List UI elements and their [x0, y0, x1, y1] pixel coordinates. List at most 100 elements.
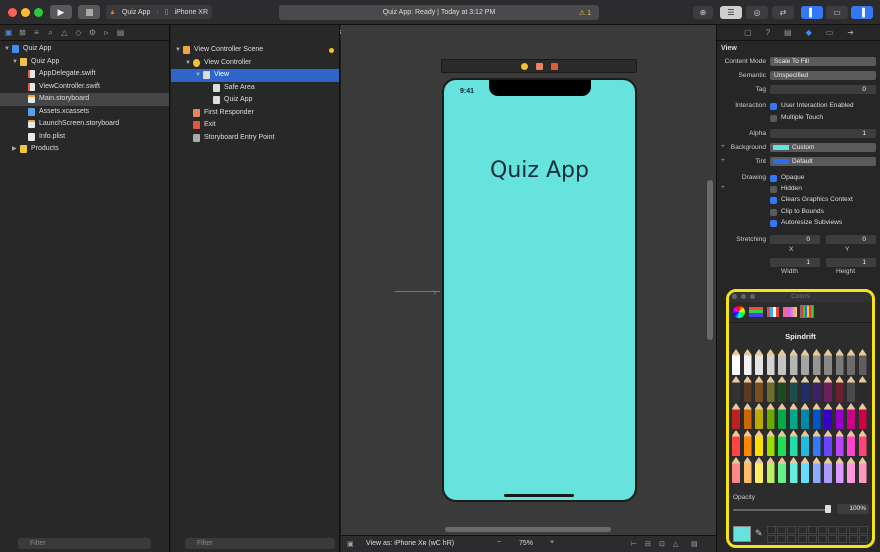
- view-controller-icon[interactable]: [520, 62, 528, 70]
- color-palettes-icon[interactable]: [767, 306, 779, 317]
- crayon-swatch[interactable]: [789, 457, 798, 483]
- crayon-swatch[interactable]: [835, 376, 844, 402]
- user-interaction-checkbox[interactable]: [770, 103, 777, 110]
- crayon-swatch[interactable]: [766, 457, 775, 483]
- standard-editor-button[interactable]: ☰: [720, 6, 742, 19]
- empty-swatch[interactable]: [777, 526, 787, 534]
- opacity-slider[interactable]: [733, 509, 831, 511]
- outline-filter[interactable]: Filter: [185, 538, 335, 549]
- empty-swatch[interactable]: [797, 535, 807, 543]
- disclosure-open-icon[interactable]: ▼: [12, 56, 20, 69]
- crayon-swatch[interactable]: [835, 403, 844, 429]
- toggle-navigator-button[interactable]: ▌: [801, 6, 823, 19]
- pin-icon[interactable]: ⊡: [659, 540, 665, 548]
- update-frames-icon[interactable]: ⊢: [631, 540, 637, 548]
- crayon-swatch[interactable]: [778, 376, 786, 402]
- help-icon[interactable]: ?: [766, 28, 770, 37]
- vertical-scrollbar[interactable]: [707, 180, 713, 340]
- crayon-swatch[interactable]: [755, 376, 763, 402]
- crayon-swatch[interactable]: [858, 457, 867, 483]
- image-palettes-icon[interactable]: [783, 306, 797, 317]
- library-button[interactable]: ⊕: [693, 6, 713, 19]
- issue-icon[interactable]: △: [60, 28, 69, 37]
- crayon-swatch[interactable]: [858, 403, 867, 429]
- empty-swatch[interactable]: [838, 526, 848, 534]
- navigator-item[interactable]: ▶ Products: [0, 143, 169, 156]
- crayon-swatch[interactable]: [847, 349, 855, 375]
- color-sliders-icon[interactable]: [749, 306, 763, 317]
- stretch-width-field[interactable]: 1: [770, 258, 820, 267]
- stretch-height-field[interactable]: 1: [826, 258, 876, 267]
- empty-swatch[interactable]: [848, 535, 858, 543]
- crayon-swatch[interactable]: [812, 376, 821, 402]
- crayon-swatch[interactable]: [858, 349, 867, 375]
- outline-item[interactable]: Safe Area: [171, 82, 339, 95]
- favorite-swatches[interactable]: [767, 526, 871, 544]
- clip-bounds-checkbox[interactable]: [770, 209, 777, 216]
- stop-button[interactable]: [78, 5, 100, 19]
- stretch-x-field[interactable]: 0: [770, 235, 820, 244]
- crayon-swatch[interactable]: [801, 403, 809, 429]
- navigator-item[interactable]: ▼ Quiz App: [0, 56, 169, 69]
- pencil-grid[interactable]: [731, 349, 871, 487]
- warning-indicator[interactable]: ⚠ 1: [579, 9, 591, 17]
- alpha-field[interactable]: 1: [770, 129, 876, 138]
- empty-swatch[interactable]: [807, 535, 817, 543]
- empty-swatch[interactable]: [818, 535, 827, 543]
- crayon-swatch[interactable]: [847, 376, 855, 402]
- connections-icon[interactable]: ➜: [847, 28, 854, 37]
- zoom-window-button[interactable]: [34, 8, 43, 17]
- crayon-swatch[interactable]: [801, 457, 809, 483]
- eyedropper-icon[interactable]: ✎: [755, 528, 763, 539]
- empty-swatch[interactable]: [828, 526, 838, 534]
- outline-item[interactable]: ▼ View Controller Scene: [171, 44, 339, 57]
- outline-item[interactable]: Quiz App: [171, 94, 339, 107]
- navigator-filter[interactable]: Filter: [18, 538, 151, 549]
- navigator-item[interactable]: ViewController.swift: [0, 81, 169, 94]
- exit-icon[interactable]: [550, 62, 558, 70]
- run-button[interactable]: ▶: [50, 5, 72, 19]
- crayon-swatch[interactable]: [743, 403, 752, 429]
- crayon-swatch[interactable]: [778, 349, 786, 375]
- report-icon[interactable]: ▤: [116, 28, 125, 37]
- zoom-out-icon[interactable]: −: [497, 539, 501, 546]
- version-editor-button[interactable]: ⇄: [772, 6, 794, 19]
- toggle-debug-button[interactable]: ▭: [826, 6, 848, 19]
- opacity-slider-knob[interactable]: [825, 505, 831, 513]
- crayon-swatch[interactable]: [743, 457, 752, 483]
- outline-toggle-icon[interactable]: ▣: [347, 540, 354, 548]
- iphone-view[interactable]: 9:41 Quiz App: [442, 78, 637, 502]
- crayon-swatch[interactable]: [732, 430, 740, 456]
- crayon-swatch[interactable]: [766, 403, 775, 429]
- crayon-swatch[interactable]: [789, 349, 798, 375]
- crayons-icon[interactable]: [800, 305, 814, 318]
- crayon-swatch[interactable]: [824, 349, 832, 375]
- crayon-swatch[interactable]: [755, 457, 763, 483]
- outline-item[interactable]: ▼ View Controller: [171, 57, 339, 70]
- crayon-swatch[interactable]: [835, 349, 844, 375]
- navigator-item[interactable]: Main.storyboard: [0, 93, 169, 106]
- disclosure-open-icon[interactable]: ▼: [4, 43, 12, 56]
- outline-item[interactable]: ▼ View: [171, 69, 339, 82]
- scheme-selector[interactable]: ▲ Quiz App › ▯ iPhone XR: [106, 5, 212, 19]
- attributes-icon[interactable]: ◆: [806, 28, 812, 37]
- crayon-swatch[interactable]: [766, 349, 775, 375]
- tag-field[interactable]: 0: [770, 85, 876, 94]
- crayon-swatch[interactable]: [732, 457, 740, 483]
- outline-item[interactable]: Exit: [171, 119, 339, 132]
- crayon-swatch[interactable]: [812, 430, 821, 456]
- crayon-swatch[interactable]: [812, 403, 821, 429]
- debug-icon[interactable]: ⚙: [88, 28, 97, 37]
- crayon-swatch[interactable]: [766, 430, 775, 456]
- empty-swatch[interactable]: [858, 526, 868, 534]
- crayon-swatch[interactable]: [732, 376, 740, 402]
- navigator-item[interactable]: Assets.xcassets: [0, 106, 169, 119]
- clears-context-checkbox[interactable]: [770, 197, 777, 204]
- hidden-checkbox[interactable]: [770, 186, 777, 193]
- crayon-swatch[interactable]: [812, 457, 821, 483]
- content-mode-popup[interactable]: Scale To Fill: [770, 57, 876, 66]
- crayon-swatch[interactable]: [766, 376, 775, 402]
- navigator-item[interactable]: ▼ Quiz App: [0, 43, 169, 56]
- crayon-swatch[interactable]: [778, 403, 786, 429]
- crayon-swatch[interactable]: [835, 457, 844, 483]
